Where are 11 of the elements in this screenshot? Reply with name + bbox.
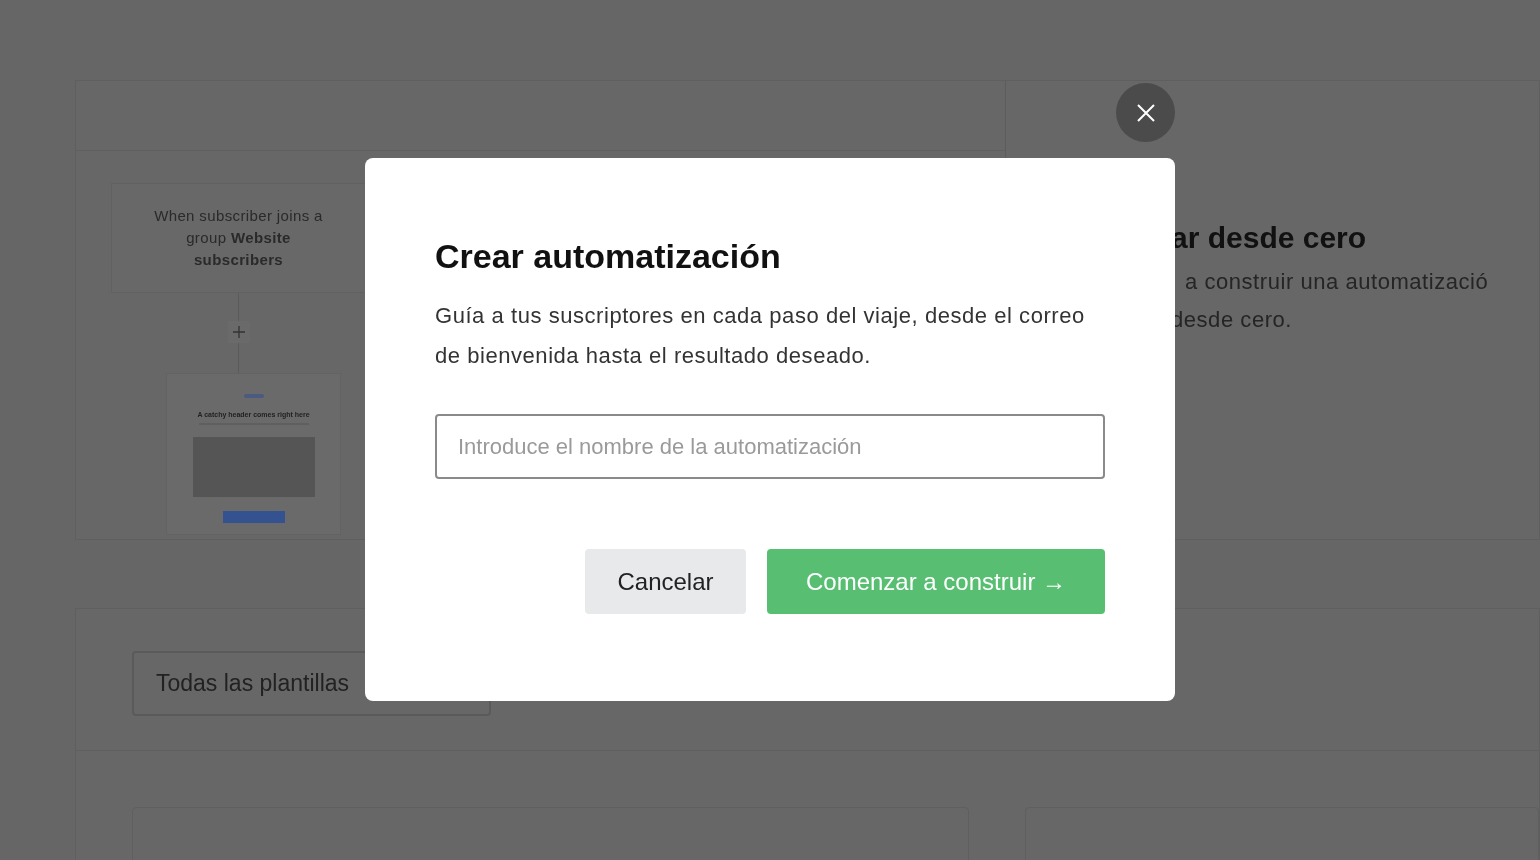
cta-button — [222, 510, 285, 523]
automation-name-field[interactable]: Introduce el nombre de la automatización — [435, 414, 1105, 479]
dialog-description: Guía a tus suscriptores en cada paso del viaje, desde el correo de bienvenida hasta el resultado deseado. — [435, 302, 1086, 370]
trigger-text: When subscriber joins a group Website subscribers — [153, 206, 324, 270]
cancel-button[interactable]: Cancelar — [585, 549, 746, 614]
dialog-title: Crear automatización — [435, 236, 782, 276]
plus-icon — [231, 325, 246, 339]
panel-description: a construir una automatizació — [1184, 268, 1490, 296]
logo-icon — [243, 394, 264, 398]
start-building-button[interactable]: Comenzar a construir → — [767, 549, 1105, 614]
close-icon — [1135, 102, 1156, 123]
